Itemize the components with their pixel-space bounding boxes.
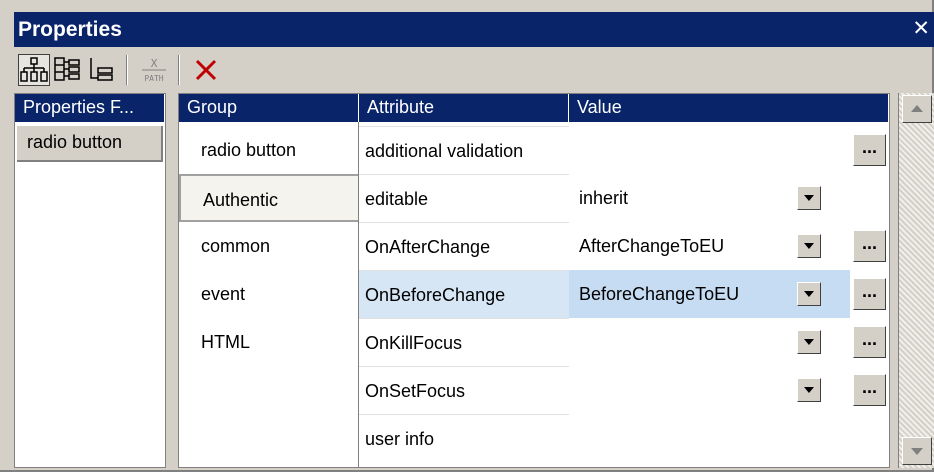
- vertical-scrollbar[interactable]: [898, 93, 934, 468]
- group-tab-authentic[interactable]: Authentic: [179, 174, 358, 222]
- edit-ellipsis-button[interactable]: ...: [853, 278, 886, 310]
- group-tab-html[interactable]: HTML: [179, 318, 358, 366]
- edit-ellipsis-button[interactable]: ...: [853, 326, 886, 358]
- attribute-name[interactable]: OnKillFocus: [359, 318, 569, 366]
- toolbar-separator: [178, 55, 180, 85]
- attribute-value[interactable]: [569, 414, 850, 462]
- attribute-name[interactable]: additional validation: [359, 126, 569, 174]
- group-tab-radio-button[interactable]: radio button: [179, 126, 358, 174]
- dropdown-button[interactable]: [797, 186, 821, 210]
- svg-text:X: X: [151, 57, 158, 70]
- pane-splitter[interactable]: [166, 93, 178, 468]
- scroll-up-icon[interactable]: [902, 95, 932, 123]
- attribute-header[interactable]: Attribute: [359, 94, 569, 122]
- group-header[interactable]: Group: [179, 94, 359, 122]
- group-tab-event[interactable]: event: [179, 270, 358, 318]
- attribute-value[interactable]: [569, 126, 850, 174]
- close-icon[interactable]: ✕: [912, 18, 930, 40]
- hierarchy-tree-icon[interactable]: [18, 54, 50, 86]
- attribute-name[interactable]: user info: [359, 414, 569, 462]
- toolbar-separator: [126, 55, 128, 85]
- window-title: Properties: [18, 18, 122, 41]
- xpath-icon[interactable]: X PATH: [138, 54, 170, 86]
- dropdown-button[interactable]: [797, 330, 821, 354]
- title-bar: Properties ✕: [14, 12, 934, 47]
- table-row: OnSetFocus ...: [179, 366, 889, 414]
- dropdown-button[interactable]: [797, 378, 821, 402]
- toolbar: X PATH: [14, 47, 934, 93]
- edit-ellipsis-button[interactable]: ...: [853, 134, 886, 166]
- attribute-name[interactable]: OnBeforeChange: [359, 270, 569, 318]
- edit-ellipsis-button[interactable]: ...: [853, 230, 886, 262]
- xpath-icon-label: PATH: [144, 74, 163, 83]
- table-row-selected: event OnBeforeChange BeforeChangeToEU ..…: [179, 270, 889, 318]
- attribute-name[interactable]: OnSetFocus: [359, 366, 569, 414]
- left-list-item[interactable]: radio button: [17, 126, 163, 162]
- expand-tree-icon[interactable]: [52, 54, 84, 86]
- attribute-name[interactable]: OnAfterChange: [359, 222, 569, 270]
- table-row: common OnAfterChange AfterChangeToEU ...: [179, 222, 889, 270]
- attributes-panel: Group Attribute Value radio button addit…: [178, 93, 890, 468]
- table-row: HTML OnKillFocus ...: [179, 318, 889, 366]
- table-row: user info: [179, 414, 889, 462]
- properties-for-header[interactable]: Properties F...: [15, 94, 165, 122]
- attribute-name[interactable]: editable: [359, 174, 569, 222]
- table-row: radio button additional validation ...: [179, 126, 889, 174]
- scroll-down-icon[interactable]: [902, 437, 932, 465]
- dropdown-button[interactable]: [797, 282, 821, 306]
- table-row: Authentic editable inherit: [179, 174, 889, 222]
- group-tab-common[interactable]: common: [179, 222, 358, 270]
- collapse-tree-icon[interactable]: [86, 54, 118, 86]
- delete-icon[interactable]: [190, 54, 222, 86]
- edit-ellipsis-button[interactable]: ...: [853, 374, 886, 406]
- properties-for-panel: Properties F... radio button: [14, 93, 166, 468]
- dropdown-button[interactable]: [797, 234, 821, 258]
- properties-window: Properties ✕ X PATH Properties F... radi…: [0, 0, 934, 472]
- value-header[interactable]: Value: [569, 94, 889, 122]
